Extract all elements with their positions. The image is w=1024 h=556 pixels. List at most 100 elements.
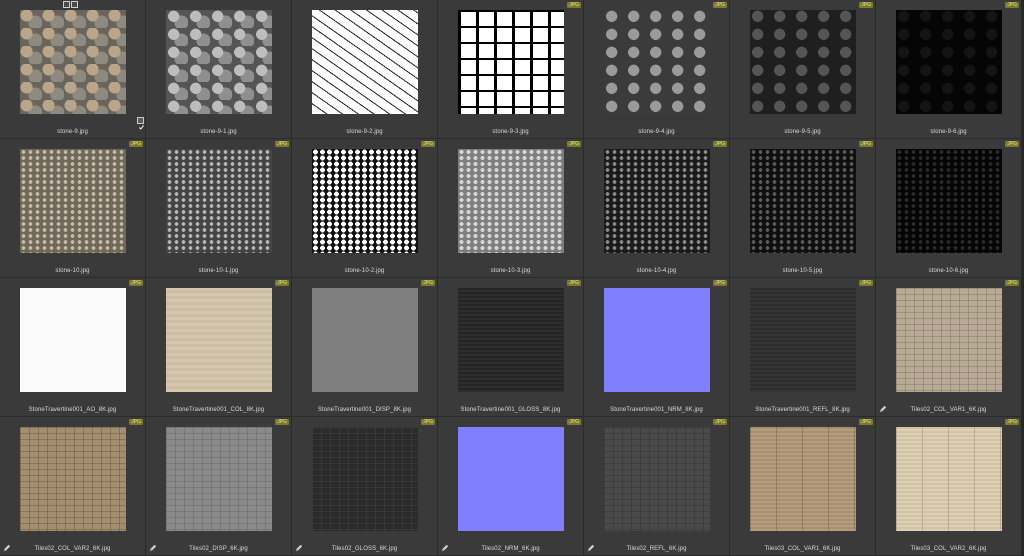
thumbnail-image[interactable] (604, 149, 710, 253)
thumbnail-tile[interactable]: Tiles03_COL_VAR2_6K.jpg JPG (876, 417, 1022, 556)
file-name: Tiles03_COL_VAR1_6K.jpg (764, 546, 841, 552)
file-type-badge: JPG (859, 2, 873, 8)
file-type-badge: JPG (1005, 419, 1019, 425)
thumbnail-tile[interactable]: stone-10-3.jpg JPG (438, 139, 584, 278)
file-type-badge: JPG (567, 2, 581, 8)
thumbnail-image[interactable] (20, 288, 126, 392)
thumbnail-tile[interactable]: StoneTravertine001_DISP_8K.jpg JPG (292, 278, 438, 417)
thumbnail-tile[interactable]: Tiles02_GLOSS_6K.jpg JPG (292, 417, 438, 556)
thumbnail-tile[interactable]: stone-10-4.jpg JPG (584, 139, 730, 278)
edit-pencil-icon[interactable] (295, 544, 303, 552)
file-type-badge: JPG (129, 141, 143, 147)
file-name: stone-10-5.jpg (782, 268, 823, 274)
select-box-icon[interactable] (63, 1, 70, 8)
thumbnail-tile[interactable]: StoneTravertine001_NRM_8K.jpg JPG (584, 278, 730, 417)
file-name: Tiles02_COL_VAR1_6K.jpg (910, 407, 987, 413)
thumbnail-image[interactable] (458, 149, 564, 253)
thumbnail-tile[interactable]: stone-10-6.jpg JPG (876, 139, 1022, 278)
thumbnail-image[interactable] (166, 149, 272, 253)
thumbnail-tile[interactable]: StoneTravertine001_REFL_8K.jpg JPG (730, 278, 876, 417)
file-name: stone-9-1.jpg (200, 129, 237, 135)
thumbnail-tile[interactable]: stone-9.jpg (0, 0, 146, 139)
thumbnail-image[interactable] (750, 10, 856, 114)
tile-toolbar (63, 1, 78, 8)
edit-pencil-icon[interactable] (149, 544, 157, 552)
thumbnail-tile[interactable]: stone-9-2.jpg (292, 0, 438, 139)
file-name: StoneTravertine001_REFL_8K.jpg (755, 407, 850, 413)
thumbnail-tile[interactable]: StoneTravertine001_COL_8K.jpg JPG (146, 278, 292, 417)
thumbnail-tile[interactable]: Tiles02_COL_VAR1_6K.jpg JPG (876, 278, 1022, 417)
file-name: Tiles02_NRM_6K.jpg (481, 546, 540, 552)
file-type-badge: JPG (129, 280, 143, 286)
edit-pencil-icon[interactable] (587, 544, 595, 552)
edit-pencil-icon[interactable] (441, 544, 449, 552)
thumbnail-image[interactable] (312, 10, 418, 114)
thumbnail-tile[interactable]: stone-9-5.jpg JPG (730, 0, 876, 139)
thumbnail-image[interactable] (20, 427, 126, 531)
thumbnail-image[interactable] (896, 288, 1002, 392)
file-name: Tiles02_DISP_6K.jpg (189, 546, 248, 552)
thumbnail-tile[interactable]: stone-10.jpg JPG (0, 139, 146, 278)
thumbnail-image[interactable] (458, 427, 564, 531)
thumbnail-image[interactable] (312, 288, 418, 392)
selection-checkbox[interactable] (137, 117, 144, 130)
file-name: stone-9-6.jpg (930, 129, 967, 135)
thumbnail-image[interactable] (20, 10, 126, 114)
file-type-badge: JPG (129, 419, 143, 425)
thumbnail-tile[interactable]: Tiles02_DISP_6K.jpg JPG (146, 417, 292, 556)
thumbnail-image[interactable] (896, 10, 1002, 114)
file-name: stone-10-3.jpg (490, 268, 531, 274)
thumbnail-image[interactable] (20, 149, 126, 253)
edit-pencil-icon[interactable] (879, 405, 887, 413)
thumbnail-tile[interactable]: Tiles02_REFL_6K.jpg JPG (584, 417, 730, 556)
file-name: Tiles03_COL_VAR2_6K.jpg (910, 546, 987, 552)
file-type-badge: JPG (859, 141, 873, 147)
file-type-badge: JPG (713, 2, 727, 8)
file-type-badge: JPG (713, 280, 727, 286)
thumbnail-tile[interactable]: stone-9-1.jpg (146, 0, 292, 139)
thumbnail-image[interactable] (604, 427, 710, 531)
file-type-badge: JPG (567, 419, 581, 425)
file-type-badge: JPG (275, 141, 289, 147)
thumbnail-tile[interactable]: stone-9-4.jpg JPG (584, 0, 730, 139)
file-type-badge: JPG (421, 141, 435, 147)
thumbnail-tile[interactable]: Tiles03_COL_VAR1_6K.jpg JPG (730, 417, 876, 556)
thumbnail-image[interactable] (896, 427, 1002, 531)
thumbnail-image[interactable] (312, 149, 418, 253)
thumbnail-image[interactable] (166, 427, 272, 531)
file-type-badge: JPG (421, 280, 435, 286)
thumbnail-image[interactable] (604, 288, 710, 392)
file-name: Tiles02_COL_VAR2_6K.jpg (34, 546, 111, 552)
thumbnail-image[interactable] (458, 288, 564, 392)
thumbnail-image[interactable] (458, 10, 564, 114)
file-name: stone-9-2.jpg (346, 129, 383, 135)
thumbnail-tile[interactable]: stone-10-5.jpg JPG (730, 139, 876, 278)
file-type-badge: JPG (567, 141, 581, 147)
thumbnail-image[interactable] (750, 427, 856, 531)
thumbnail-image[interactable] (750, 149, 856, 253)
thumbnail-image[interactable] (166, 10, 272, 114)
thumbnail-tile[interactable]: stone-9-3.jpg JPG (438, 0, 584, 139)
thumbnail-tile[interactable]: stone-9-6.jpg JPG (876, 0, 1022, 139)
edit-pencil-icon[interactable] (3, 544, 11, 552)
thumbnail-image[interactable] (312, 427, 418, 531)
thumbnail-grid: stone-9.jpg stone-9-1.jpg stone-9-2.jpg sto… (0, 0, 1024, 556)
edit-icon[interactable] (71, 1, 78, 8)
thumbnail-image[interactable] (896, 149, 1002, 253)
thumbnail-image[interactable] (166, 288, 272, 392)
thumbnail-tile[interactable]: stone-10-2.jpg JPG (292, 139, 438, 278)
file-name: stone-10-4.jpg (636, 268, 677, 274)
thumbnail-tile[interactable]: StoneTravertine001_GLOSS_8K.jpg JPG (438, 278, 584, 417)
thumbnail-tile[interactable]: stone-10-1.jpg JPG (146, 139, 292, 278)
file-name: stone-10.jpg (55, 268, 90, 274)
file-name: StoneTravertine001_AO_8K.jpg (28, 407, 117, 413)
file-type-badge: JPG (859, 419, 873, 425)
thumbnail-tile[interactable]: StoneTravertine001_AO_8K.jpg JPG (0, 278, 146, 417)
thumbnail-tile[interactable]: Tiles02_NRM_6K.jpg JPG (438, 417, 584, 556)
file-name: StoneTravertine001_GLOSS_8K.jpg (460, 407, 561, 413)
thumbnail-image[interactable] (750, 288, 856, 392)
file-type-badge: JPG (713, 141, 727, 147)
file-type-badge: JPG (1005, 2, 1019, 8)
thumbnail-image[interactable] (604, 10, 710, 114)
thumbnail-tile[interactable]: Tiles02_COL_VAR2_6K.jpg JPG (0, 417, 146, 556)
